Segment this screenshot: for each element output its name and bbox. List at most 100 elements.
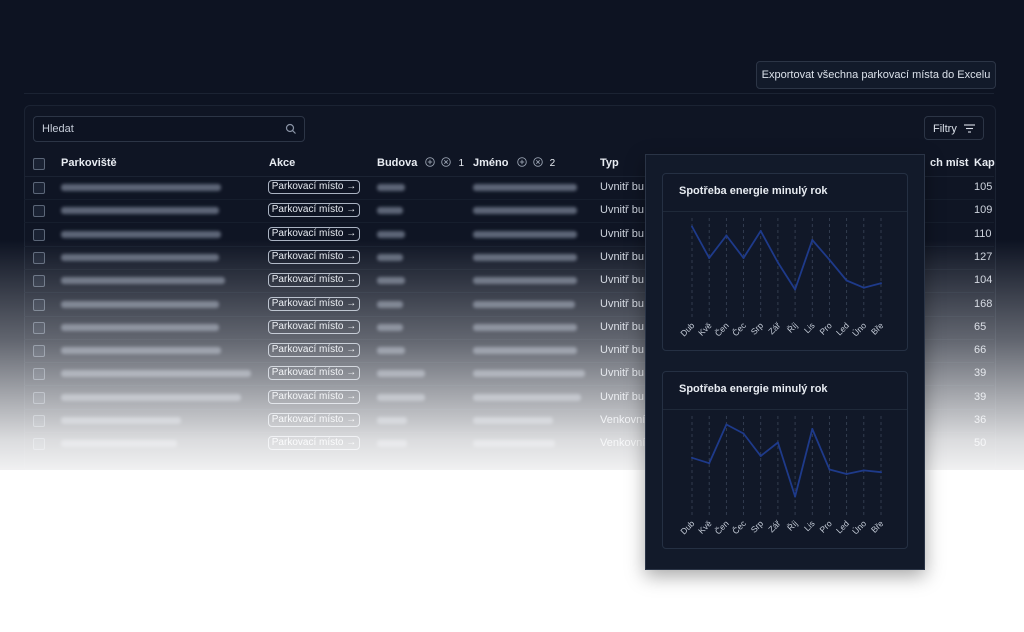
- parking-spot-link-button[interactable]: Parkovací místo →: [268, 343, 360, 357]
- row-typ: Uvnitř bu: [600, 228, 645, 240]
- search-icon: [285, 123, 296, 134]
- select-all-checkbox[interactable]: [33, 158, 45, 170]
- column-header-budova[interactable]: Budova 1: [377, 157, 464, 169]
- data-point: [691, 225, 693, 228]
- redacted-jmeno: [473, 301, 575, 308]
- redacted-parkoviste: [61, 394, 241, 401]
- energy-line-chart: Dub Kvě Čen Čec Srp Zář Říj Lis Pro Led Úno Bře: [678, 218, 886, 338]
- redacted-jmeno: [473, 277, 577, 284]
- parking-spot-link-button[interactable]: Parkovací místo →: [268, 227, 360, 241]
- redacted-jmeno: [473, 417, 553, 424]
- parking-spot-link-button[interactable]: Parkovací místo →: [268, 273, 360, 287]
- row-checkbox[interactable]: [33, 229, 45, 241]
- row-kapacita: 65: [974, 321, 987, 333]
- jmeno-filter-count: 2: [549, 158, 556, 169]
- x-tick-label: Bře: [869, 320, 886, 337]
- energy-chart-card: Spotřeba energie minulý rok Dub Kvě Čen Čec…: [662, 371, 908, 549]
- header-divider: [24, 93, 994, 94]
- redacted-parkoviste: [61, 207, 219, 214]
- redacted-jmeno: [473, 254, 577, 261]
- redacted-parkoviste: [61, 324, 219, 331]
- row-kapacita: 110: [974, 228, 992, 240]
- row-checkbox[interactable]: [33, 275, 45, 287]
- parking-spot-link-button[interactable]: Parkovací místo →: [268, 390, 360, 404]
- redacted-parkoviste: [61, 440, 177, 447]
- parking-spot-link-button[interactable]: Parkovací místo →: [268, 180, 360, 194]
- add-circle-icon[interactable]: [516, 157, 527, 167]
- row-kapacita: 168: [974, 298, 993, 310]
- row-checkbox[interactable]: [33, 252, 45, 264]
- redacted-jmeno: [473, 347, 577, 354]
- column-header-pocet-mist[interactable]: ch míst: [930, 157, 969, 169]
- row-typ: Uvnitř bu: [600, 181, 645, 193]
- column-header-budova-label: Budova: [377, 157, 418, 169]
- row-kapacita: 105: [974, 181, 993, 193]
- x-tick-label: Čec: [730, 518, 748, 536]
- search-input[interactable]: Hledat: [33, 116, 305, 142]
- redacted-budova: [377, 277, 405, 284]
- row-kapacita: 39: [974, 367, 987, 379]
- x-tick-label: Led: [834, 320, 851, 337]
- row-checkbox[interactable]: [33, 299, 45, 311]
- column-header-kapacita[interactable]: Kap: [974, 157, 995, 169]
- parking-spot-link-button[interactable]: Parkovací místo →: [268, 320, 360, 334]
- x-tick-label: Lis: [802, 518, 817, 533]
- filters-button[interactable]: Filtry: [924, 116, 984, 140]
- row-kapacita: 104: [974, 274, 993, 286]
- row-checkbox[interactable]: [33, 415, 45, 427]
- redacted-budova: [377, 207, 403, 214]
- redacted-budova: [377, 417, 407, 424]
- data-point: [708, 257, 711, 259]
- x-tick-label: Říj: [785, 320, 799, 334]
- energy-chart-card: Spotřeba energie minulý rok Dub Kvě Čen Čec…: [662, 173, 908, 351]
- add-circle-icon[interactable]: [425, 157, 436, 167]
- x-tick-label: Zář: [766, 320, 782, 336]
- parking-spot-link-button[interactable]: Parkovací místo →: [268, 250, 360, 264]
- parking-spot-link-button[interactable]: Parkovací místo →: [268, 413, 360, 427]
- redacted-parkoviste: [61, 301, 219, 308]
- data-point: [862, 469, 865, 472]
- row-checkbox[interactable]: [33, 205, 45, 217]
- parking-spot-link-button[interactable]: Parkovací místo →: [268, 436, 360, 450]
- parking-spot-link-button[interactable]: Parkovací místo →: [268, 366, 360, 380]
- row-checkbox[interactable]: [33, 322, 45, 334]
- data-point: [759, 230, 762, 232]
- redacted-budova: [377, 370, 425, 377]
- row-checkbox[interactable]: [33, 368, 45, 380]
- data-point: [691, 456, 693, 459]
- redacted-jmeno: [473, 324, 577, 331]
- x-tick-label: Říj: [785, 518, 799, 532]
- x-tick-label: Srp: [749, 518, 766, 535]
- column-header-akce: Akce: [269, 157, 296, 169]
- redacted-budova: [377, 301, 403, 308]
- redacted-parkoviste: [61, 370, 251, 377]
- redacted-jmeno: [473, 184, 577, 191]
- redacted-parkoviste: [61, 184, 221, 191]
- row-typ: Uvnitř bu: [600, 204, 645, 216]
- row-typ: Uvnitř bu: [600, 251, 645, 263]
- row-checkbox[interactable]: [33, 438, 45, 450]
- data-point: [828, 468, 831, 471]
- filter-icon: [964, 124, 975, 133]
- row-checkbox[interactable]: [33, 182, 45, 194]
- row-kapacita: 127: [974, 251, 993, 263]
- row-checkbox[interactable]: [33, 345, 45, 357]
- x-tick-label: Pro: [817, 320, 834, 337]
- column-header-jmeno[interactable]: Jméno 2: [473, 157, 555, 169]
- data-point: [811, 239, 814, 241]
- column-header-typ[interactable]: Typ: [600, 157, 619, 169]
- column-header-parkoviste[interactable]: Parkoviště: [61, 157, 117, 169]
- parking-spot-link-button[interactable]: Parkovací místo →: [268, 203, 360, 217]
- x-tick-label: Led: [834, 518, 851, 535]
- data-point: [845, 473, 848, 475]
- column-header-jmeno-label: Jméno: [473, 157, 509, 169]
- data-point: [862, 286, 865, 289]
- redacted-budova: [377, 324, 403, 331]
- series-line: [691, 423, 882, 498]
- row-checkbox[interactable]: [33, 392, 45, 404]
- clear-circle-icon[interactable]: [532, 157, 543, 167]
- search-placeholder: Hledat: [42, 123, 74, 135]
- clear-circle-icon[interactable]: [441, 157, 452, 167]
- parking-spot-link-button[interactable]: Parkovací místo →: [268, 297, 360, 311]
- export-excel-button[interactable]: Exportovat všechna parkovací místa do Ex…: [756, 61, 996, 89]
